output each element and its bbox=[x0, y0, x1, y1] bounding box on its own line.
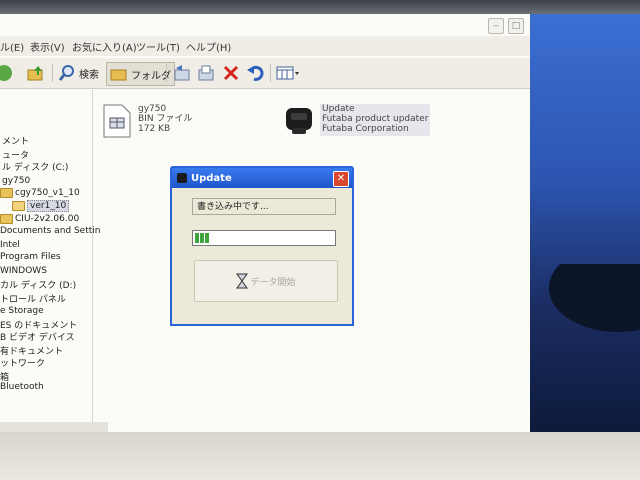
search-button[interactable]: 検索 bbox=[58, 62, 99, 84]
tree-item[interactable]: カル ディスク (D:) bbox=[0, 278, 76, 291]
open-folder-icon bbox=[12, 201, 25, 211]
updater-app-icon bbox=[286, 108, 312, 134]
file-size: 172 KB bbox=[138, 124, 171, 134]
folder-icon bbox=[0, 214, 13, 224]
updater-app-icon bbox=[177, 173, 187, 183]
file-item-gy750[interactable]: gy750 BIN ファイル 172 KB bbox=[102, 104, 192, 138]
monitor-bezel-bottom bbox=[0, 432, 640, 480]
tree-item[interactable]: Program Files bbox=[0, 252, 61, 262]
minimize-button[interactable]: – bbox=[488, 18, 504, 34]
desktop-wallpaper bbox=[530, 14, 640, 432]
file-type: BIN ファイル bbox=[138, 114, 193, 124]
menu-tools[interactable]: ツール(T) bbox=[136, 39, 180, 54]
tree-item[interactable]: Bluetooth bbox=[0, 382, 44, 392]
delete-button[interactable] bbox=[222, 62, 240, 84]
move-to-button[interactable] bbox=[172, 62, 192, 84]
search-label: 検索 bbox=[79, 69, 99, 81]
dialog-title: Update bbox=[191, 172, 232, 184]
search-icon bbox=[58, 65, 74, 81]
tree-item[interactable]: WINDOWS bbox=[0, 266, 47, 276]
menu-bar: ル(E) 表示(V) お気に入り(A) ツール(T) ヘルプ(H) bbox=[0, 36, 530, 73]
file-name: Update bbox=[322, 104, 355, 114]
dialog-titlebar[interactable]: Update bbox=[172, 168, 352, 188]
start-update-button[interactable]: データ開始 bbox=[194, 260, 338, 302]
progress-bar bbox=[192, 230, 336, 246]
close-button[interactable]: ✕ bbox=[333, 171, 349, 187]
file-description: Futaba product updater bbox=[322, 114, 429, 124]
menu-view[interactable]: 表示(V) bbox=[30, 39, 65, 54]
tree-item[interactable]: ル ディスク (C:) bbox=[2, 160, 68, 173]
status-field: 書き込み中です... bbox=[192, 198, 336, 215]
file-name: gy750 bbox=[138, 104, 167, 114]
folders-button[interactable]: フォルダ bbox=[106, 62, 175, 86]
update-dialog: Update ✕ 書き込み中です... データ開始 bbox=[170, 166, 354, 326]
undo-icon bbox=[247, 65, 264, 81]
undo-button[interactable] bbox=[246, 62, 266, 84]
progress-fill bbox=[195, 233, 209, 243]
wallpaper-hill bbox=[530, 264, 640, 344]
file-company: Futaba Corporation bbox=[322, 124, 409, 134]
back-button[interactable] bbox=[0, 62, 14, 84]
progress-segment bbox=[205, 233, 209, 243]
tree-item[interactable]: メント bbox=[2, 134, 29, 147]
tree-item[interactable]: トロール パネル bbox=[0, 292, 66, 305]
menu-edit[interactable]: ル(E) bbox=[0, 39, 24, 54]
tree-item[interactable]: CIU-2v2.06.00 bbox=[0, 214, 79, 224]
up-folder-button[interactable] bbox=[26, 62, 46, 84]
copy-to-button[interactable] bbox=[196, 62, 216, 84]
folders-icon bbox=[110, 69, 127, 81]
tree-item[interactable]: cgy750_v1_10 bbox=[0, 188, 80, 198]
tree-item[interactable]: B ビデオ デバイス bbox=[0, 330, 75, 343]
start-update-label: データ開始 bbox=[250, 277, 296, 288]
folders-label: フォルダ bbox=[131, 70, 171, 82]
hourglass-icon bbox=[236, 273, 249, 289]
window-controls: – □ bbox=[488, 18, 524, 34]
progress-segment bbox=[195, 233, 199, 243]
tree-item-selected[interactable]: ver1_10 bbox=[12, 200, 70, 212]
copy-to-folder-icon bbox=[198, 65, 214, 81]
views-button[interactable] bbox=[276, 62, 300, 84]
back-arrow-icon bbox=[0, 65, 12, 81]
tree-item[interactable]: Documents and Settin bbox=[0, 226, 100, 236]
bin-file-icon bbox=[103, 104, 131, 138]
menu-help[interactable]: ヘルプ(H) bbox=[186, 39, 231, 54]
monitor-bezel-top bbox=[0, 0, 640, 14]
menu-favorites[interactable]: お気に入り(A) bbox=[72, 39, 137, 54]
folder-tree: メント ュータ ル ディスク (C:) gy750 cgy750_v1_10 v… bbox=[0, 90, 108, 432]
move-to-folder-icon bbox=[174, 65, 190, 81]
maximize-button[interactable]: □ bbox=[508, 18, 524, 34]
file-item-update[interactable]: Update Futaba product updater Futaba Cor… bbox=[284, 104, 431, 136]
progress-segment bbox=[200, 233, 204, 243]
tree-item[interactable]: gy750 bbox=[2, 176, 30, 186]
tree-item[interactable]: e Storage bbox=[0, 306, 44, 316]
tree-item[interactable]: ットワーク bbox=[0, 356, 45, 369]
delete-x-icon bbox=[223, 65, 239, 81]
views-grid-icon bbox=[276, 66, 299, 80]
tree-item[interactable]: Intel bbox=[0, 240, 20, 250]
folder-up-icon bbox=[27, 66, 43, 81]
screen: – □ ル(E) 表示(V) お気に入り(A) ツール(T) ヘルプ(H) 検索… bbox=[0, 14, 640, 432]
folder-icon bbox=[0, 188, 13, 198]
toolbar: 検索 フォルダ bbox=[0, 58, 530, 89]
